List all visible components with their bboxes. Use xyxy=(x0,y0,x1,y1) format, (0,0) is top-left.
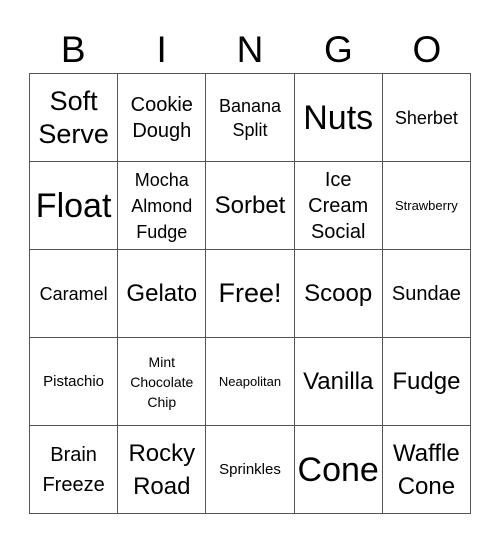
bingo-cell[interactable]: Pistachio xyxy=(30,338,119,426)
bingo-cell[interactable]: Soft Serve xyxy=(30,74,119,162)
bingo-cell[interactable]: Sundae xyxy=(382,250,471,338)
bingo-cell[interactable]: Cone xyxy=(294,426,383,514)
bingo-cell[interactable]: Ice Cream Social xyxy=(294,162,383,250)
bingo-cell[interactable]: Sprinkles xyxy=(206,426,295,514)
header-letter-i: I xyxy=(156,29,167,70)
header-letter-b: B xyxy=(60,29,86,70)
bingo-cell[interactable]: Neapolitan xyxy=(206,338,295,426)
bingo-cell[interactable]: Banana Split xyxy=(206,74,295,162)
bingo-cell[interactable]: Sorbet xyxy=(206,162,295,250)
bingo-cell[interactable]: Scoop xyxy=(294,250,383,338)
bingo-grid: Soft Serve Cookie Dough Banana Split Nut… xyxy=(29,73,471,514)
header-letter-g: G xyxy=(324,29,353,70)
bingo-cell[interactable]: Gelato xyxy=(118,250,207,338)
bingo-cell[interactable]: Strawberry xyxy=(382,162,471,250)
bingo-cell[interactable]: Sherbet xyxy=(382,74,471,162)
bingo-cell[interactable]: Mint Chocolate Chip xyxy=(118,338,207,426)
bingo-cell[interactable]: Brain Freeze xyxy=(30,426,119,514)
bingo-cell[interactable]: Cookie Dough xyxy=(118,74,207,162)
bingo-cell[interactable]: Caramel xyxy=(30,250,119,338)
bingo-header: B I N G O xyxy=(29,28,471,72)
bingo-cell[interactable]: Nuts xyxy=(294,74,383,162)
bingo-cell[interactable]: Fudge xyxy=(382,338,471,426)
bingo-cell[interactable]: Vanilla xyxy=(294,338,383,426)
bingo-cell[interactable]: Rocky Road xyxy=(118,426,207,514)
bingo-cell[interactable]: Waffle Cone xyxy=(382,426,471,514)
header-letter-n: N xyxy=(236,29,264,70)
bingo-cell-free-space[interactable]: Free! xyxy=(206,250,295,338)
bingo-cell[interactable]: Float xyxy=(30,162,119,250)
bingo-cell[interactable]: Mocha Almond Fudge xyxy=(118,162,207,250)
header-letter-o: O xyxy=(412,29,442,70)
